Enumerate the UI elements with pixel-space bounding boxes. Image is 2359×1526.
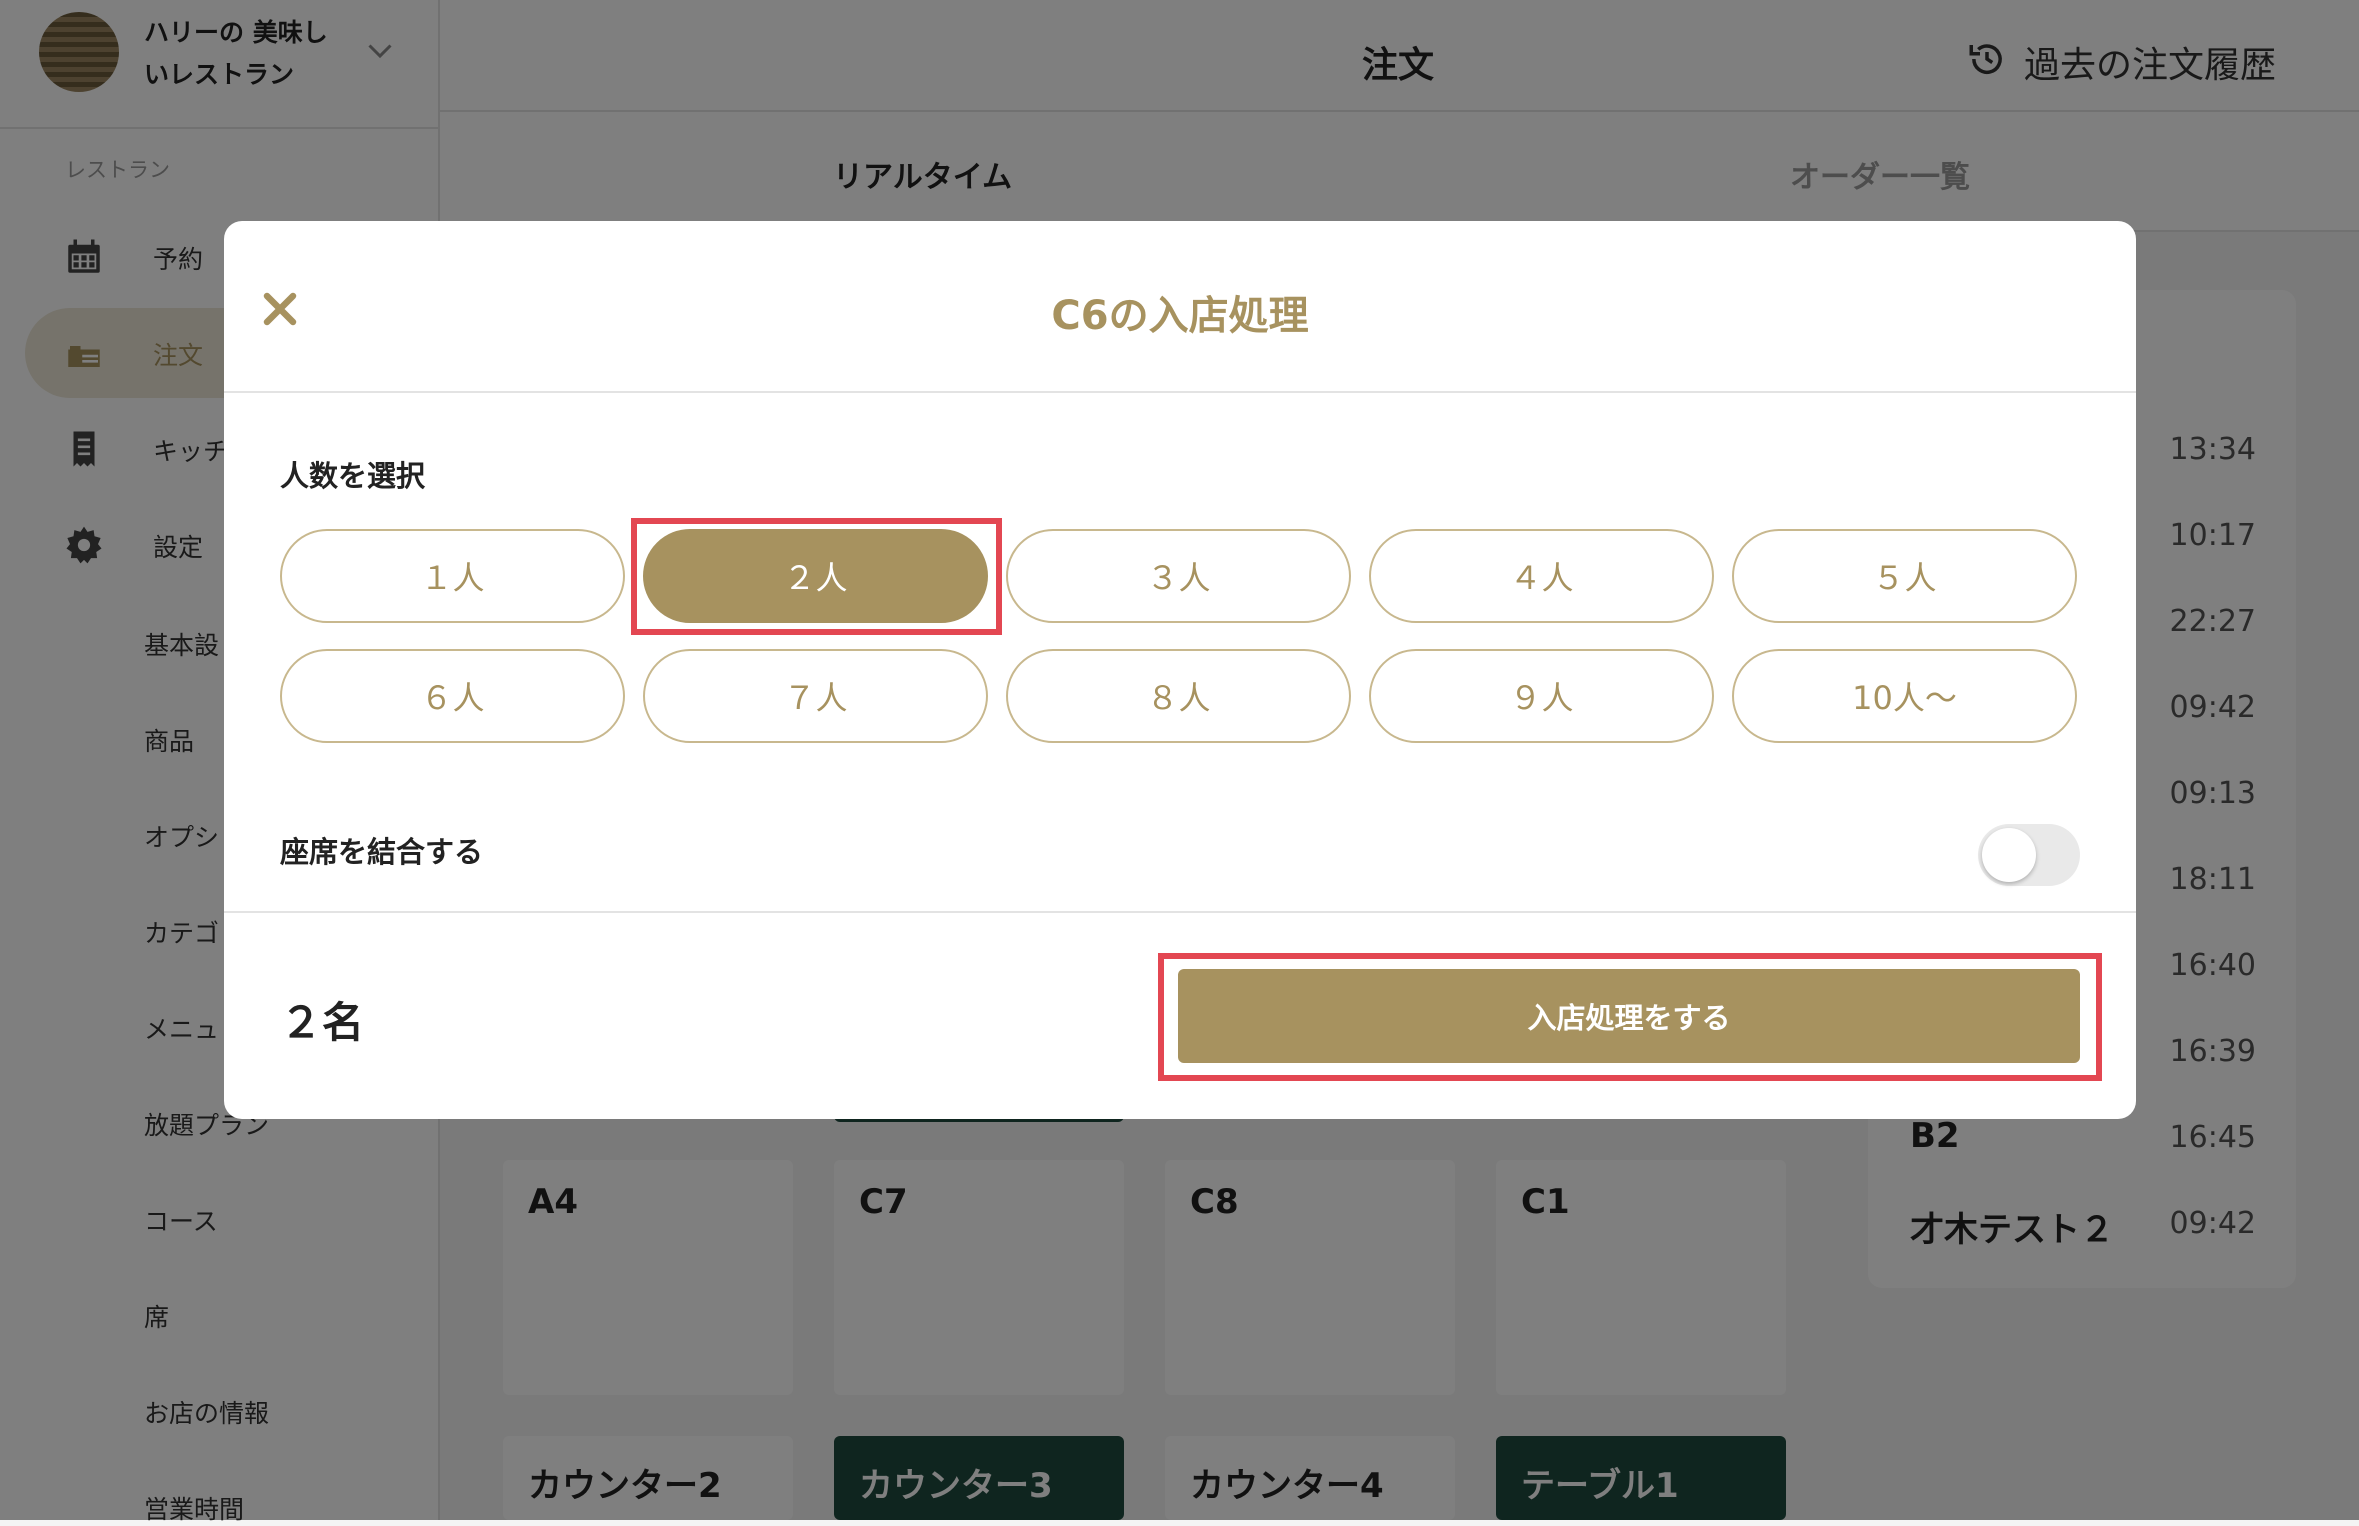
- merge-seats-toggle[interactable]: [1978, 824, 2080, 886]
- party-size-option-3[interactable]: ３人: [1006, 529, 1351, 623]
- party-size-option-1[interactable]: １人: [280, 529, 625, 623]
- party-total: ２名: [280, 998, 365, 1047]
- check-in-button[interactable]: 入店処理をする: [1178, 969, 2080, 1063]
- modal-title: C6の入店処理: [1051, 293, 1309, 339]
- party-size-option-6[interactable]: ６人: [280, 649, 625, 743]
- party-size-option-10-plus[interactable]: 10人〜: [1732, 649, 2077, 743]
- party-size-label: 人数を選択: [280, 459, 426, 493]
- party-size-option-4[interactable]: ４人: [1369, 529, 1714, 623]
- toggle-knob: [1982, 828, 2036, 882]
- check-in-modal: C6の入店処理 人数を選択 １人 ２人 ３人 ４人 ５人 ６人 ７人 ８人 ９人…: [224, 221, 2136, 1119]
- party-size-option-2[interactable]: ２人: [643, 529, 988, 623]
- modal-footer: ２名 入店処理をする: [224, 911, 2136, 1119]
- party-size-option-7[interactable]: ７人: [643, 649, 988, 743]
- party-size-option-8[interactable]: ８人: [1006, 649, 1351, 743]
- party-size-option-9[interactable]: ９人: [1369, 649, 1714, 743]
- party-size-option-5[interactable]: ５人: [1732, 529, 2077, 623]
- modal-header: C6の入店処理: [224, 221, 2136, 393]
- merge-seats-label: 座席を結合する: [280, 835, 484, 869]
